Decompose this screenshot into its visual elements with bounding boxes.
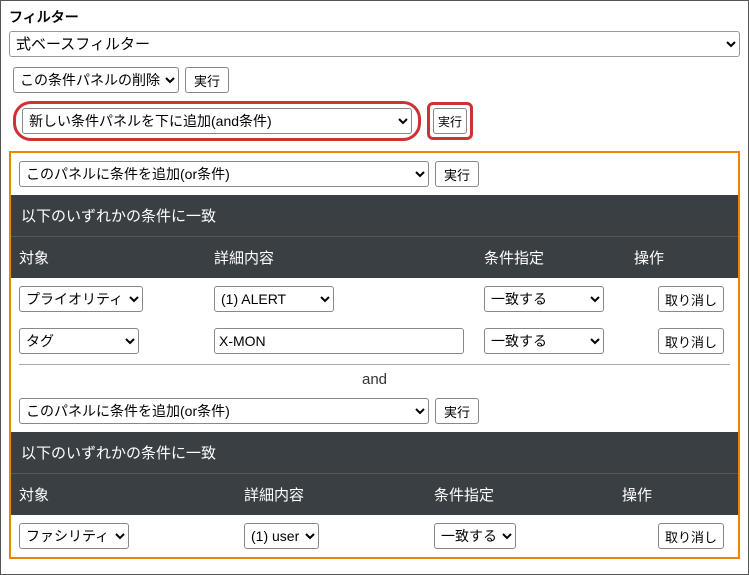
condition-select[interactable]: 一致する (434, 523, 516, 549)
match-header-1: 以下のいずれかの条件に一致 (11, 195, 738, 236)
add-condition-exec-1[interactable]: 実行 (435, 161, 479, 187)
target-select[interactable]: ファシリティ (19, 523, 129, 549)
condition-row: プライオリティ (1) ALERT 一致する 取り消し (11, 278, 738, 320)
col-target: 対象 (19, 247, 214, 268)
col-condition: 条件指定 (484, 247, 634, 268)
add-condition-select-1[interactable]: このパネルに条件を追加(or条件) (19, 161, 429, 187)
condition-panels-wrapper: このパネルに条件を追加(or条件) 実行 以下のいずれかの条件に一致 対象 詳細… (9, 151, 740, 559)
highlight-add-panel-select: 新しい条件パネルを下に追加(and条件) (13, 101, 421, 141)
panel-delete-select[interactable]: この条件パネルの削除 (13, 67, 179, 93)
match-header-2: 以下のいずれかの条件に一致 (11, 432, 738, 473)
col-detail: 詳細内容 (244, 484, 434, 505)
and-separator: and (11, 365, 738, 390)
condition-select[interactable]: 一致する (484, 328, 604, 354)
col-detail: 詳細内容 (214, 247, 484, 268)
add-condition-exec-2[interactable]: 実行 (435, 398, 479, 424)
panel-delete-exec-button[interactable]: 実行 (185, 67, 229, 93)
filter-type-select[interactable]: 式ベースフィルター (9, 31, 740, 57)
detail-input[interactable] (214, 328, 464, 354)
add-panel-exec-button[interactable]: 実行 (433, 108, 467, 134)
detail-select[interactable]: (1) ALERT (214, 286, 334, 312)
condition-select[interactable]: 一致する (484, 286, 604, 312)
detail-select[interactable]: (1) user (244, 523, 319, 549)
target-select[interactable]: タグ (19, 328, 139, 354)
add-panel-row: 新しい条件パネルを下に追加(and条件) 実行 (9, 101, 740, 141)
cancel-button[interactable]: 取り消し (658, 286, 724, 312)
add-panel-select[interactable]: 新しい条件パネルを下に追加(and条件) (22, 108, 412, 134)
cancel-button[interactable]: 取り消し (658, 328, 724, 354)
col-operation: 操作 (622, 484, 730, 505)
filter-label: フィルター (9, 7, 740, 27)
condition-row: ファシリティ (1) user 一致する 取り消し (11, 515, 738, 557)
col-operation: 操作 (634, 247, 730, 268)
condition-row: タグ 一致する 取り消し (11, 320, 738, 362)
cancel-button[interactable]: 取り消し (658, 523, 724, 549)
col-condition: 条件指定 (434, 484, 622, 505)
highlight-add-panel-exec: 実行 (427, 102, 473, 140)
col-target: 対象 (19, 484, 244, 505)
column-headers-1: 対象 詳細内容 条件指定 操作 (11, 236, 738, 278)
column-headers-2: 対象 詳細内容 条件指定 操作 (11, 473, 738, 515)
target-select[interactable]: プライオリティ (19, 286, 143, 312)
add-condition-select-2[interactable]: このパネルに条件を追加(or条件) (19, 398, 429, 424)
filter-panel: フィルター 式ベースフィルター この条件パネルの削除 実行 新しい条件パネルを下… (0, 0, 749, 575)
